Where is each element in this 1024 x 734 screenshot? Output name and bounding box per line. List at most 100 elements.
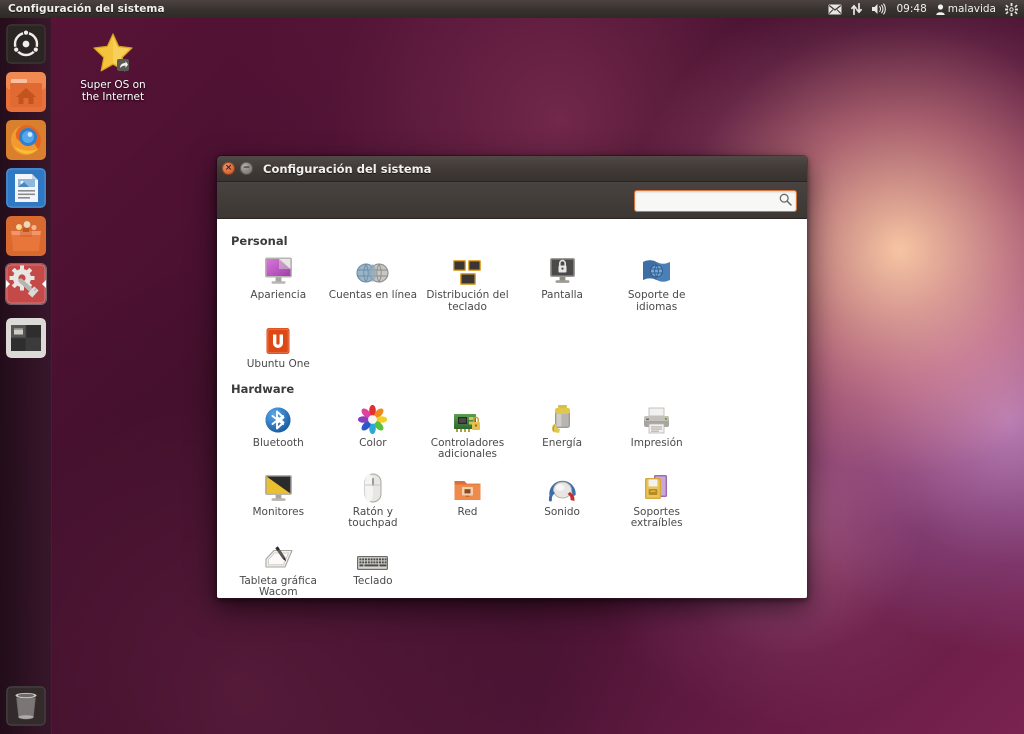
launcher-active-arrow-right xyxy=(42,280,46,288)
power-icon xyxy=(550,402,575,434)
search-field-wrapper xyxy=(634,189,797,212)
bluetooth-icon xyxy=(264,402,292,434)
launcher-item-dash[interactable] xyxy=(6,24,46,64)
system-settings-icon xyxy=(6,264,46,304)
group-title-personal: Personal xyxy=(231,234,288,248)
setting-label: Ratón y touchpad xyxy=(348,505,398,529)
setting-soportes-extraibles[interactable]: Soportes extraíbles xyxy=(609,467,704,536)
network-icon[interactable] xyxy=(851,3,863,15)
setting-label: Tableta gráfica Wacom xyxy=(239,574,317,598)
messaging-icon[interactable] xyxy=(828,4,842,15)
setting-label: Cuentas en línea xyxy=(328,289,418,301)
removable-media-icon xyxy=(643,471,671,503)
color-icon xyxy=(358,402,388,434)
setting-pantalla[interactable]: Pantalla xyxy=(515,250,610,319)
setting-soporte-idiomas[interactable]: Soporte de idiomas xyxy=(609,250,704,319)
panel-app-title[interactable]: Configuración del sistema xyxy=(8,3,165,15)
dash-icon xyxy=(6,24,46,64)
panel-user-menu[interactable]: malavida xyxy=(936,3,996,15)
window-title: Configuración del sistema xyxy=(263,161,432,176)
setting-color[interactable]: Color xyxy=(326,398,421,467)
search-icon xyxy=(779,193,792,206)
launcher-item-libreoffice[interactable] xyxy=(6,168,46,208)
group-grid-hardware: Bluetooth Color Controladores adicionale… xyxy=(231,398,793,599)
volume-icon[interactable] xyxy=(871,3,887,15)
minimize-button[interactable]: − xyxy=(240,162,253,175)
launcher-item-workspace-switcher[interactable] xyxy=(6,318,46,358)
setting-label: Apariencia xyxy=(250,289,307,301)
screen-lock-icon xyxy=(547,254,578,286)
panel-user-name: malavida xyxy=(947,3,996,15)
setting-teclado[interactable]: Teclado xyxy=(326,536,421,599)
setting-energia[interactable]: Energía xyxy=(515,398,610,467)
setting-impresion[interactable]: Impresión xyxy=(609,398,704,467)
setting-label: Sonido xyxy=(544,505,580,518)
setting-label: Color xyxy=(359,436,387,449)
gear-icon[interactable] xyxy=(1005,2,1018,16)
star-link-icon xyxy=(93,33,133,72)
launcher-item-trash[interactable] xyxy=(6,686,46,726)
system-settings-window: × − Configuración del sistema Personal A… xyxy=(216,155,808,599)
setting-red[interactable]: Red xyxy=(420,467,515,536)
home-folder-icon xyxy=(6,72,46,112)
ubuntu-one-icon xyxy=(265,323,291,355)
setting-label: Soportes extraíbles xyxy=(630,505,683,529)
launcher-active-arrow-left xyxy=(6,280,10,288)
top-panel: Configuración del sistema 09:48 malavida xyxy=(0,0,1024,18)
network-folder-icon xyxy=(453,471,482,503)
online-accounts-icon xyxy=(356,254,389,286)
settings-content: Personal Apariencia Cuentas en línea Dis… xyxy=(217,219,807,599)
user-avatar-icon xyxy=(936,3,945,15)
window-toolbar xyxy=(217,182,807,219)
libreoffice-icon xyxy=(6,168,46,208)
launcher-item-firefox[interactable] xyxy=(6,120,46,160)
panel-indicators: 09:48 malavida xyxy=(828,2,1024,16)
minimize-icon: − xyxy=(242,163,251,173)
printer-icon xyxy=(641,402,672,434)
setting-label: Monitores xyxy=(252,505,305,518)
setting-bluetooth[interactable]: Bluetooth xyxy=(231,398,326,467)
appearance-icon xyxy=(263,254,294,286)
workspace-switcher-icon xyxy=(6,318,46,358)
setting-sonido[interactable]: Sonido xyxy=(515,467,610,536)
setting-label: Impresión xyxy=(630,436,683,449)
window-titlebar[interactable]: × − Configuración del sistema xyxy=(217,156,807,182)
launcher-item-home-folder[interactable] xyxy=(6,72,46,112)
setting-label: Red xyxy=(457,505,478,518)
setting-raton-touchpad[interactable]: Ratón y touchpad xyxy=(326,467,421,536)
software-center-icon xyxy=(6,216,46,256)
panel-clock[interactable]: 09:48 xyxy=(896,3,926,15)
language-support-icon xyxy=(641,254,672,286)
group-title-hardware: Hardware xyxy=(231,381,295,396)
setting-ubuntu-one[interactable]: Ubuntu One xyxy=(231,319,326,377)
launcher-item-system-settings[interactable] xyxy=(6,264,46,304)
setting-controladores-adicionales[interactable]: Controladores adicionales xyxy=(420,398,515,467)
setting-label: Ubuntu One xyxy=(246,358,310,370)
desktop-shortcut-label: Super OS on the Internet xyxy=(80,79,146,103)
close-icon: × xyxy=(224,163,233,173)
firefox-icon xyxy=(6,120,46,160)
mouse-icon xyxy=(363,471,383,503)
search-input[interactable] xyxy=(634,189,797,212)
setting-apariencia[interactable]: Apariencia xyxy=(231,250,326,319)
trash-icon xyxy=(6,686,46,726)
setting-label: Pantalla xyxy=(541,289,583,301)
close-button[interactable]: × xyxy=(222,162,235,175)
setting-distribucion-teclado[interactable]: Distribución del teclado xyxy=(420,250,515,319)
keyboard-icon xyxy=(356,540,389,572)
monitors-icon xyxy=(263,471,294,503)
keyboard-layout-icon xyxy=(452,254,483,286)
setting-label: Bluetooth xyxy=(252,436,304,449)
setting-label: Energía xyxy=(542,436,583,449)
launcher-item-software-center[interactable] xyxy=(6,216,46,256)
unity-launcher xyxy=(0,18,52,734)
setting-monitores[interactable]: Monitores xyxy=(231,467,326,536)
setting-tableta-wacom[interactable]: Tableta gráfica Wacom xyxy=(231,536,326,599)
additional-drivers-icon xyxy=(452,402,483,434)
setting-label: Controladores adicionales xyxy=(430,436,505,460)
setting-label: Soporte de idiomas xyxy=(627,289,686,313)
setting-label: Distribución del teclado xyxy=(426,289,509,313)
group-grid-personal: Apariencia Cuentas en línea Distribución… xyxy=(231,250,793,377)
desktop-shortcut-super-os[interactable]: Super OS on the Internet xyxy=(72,32,154,103)
setting-cuentas-en-linea[interactable]: Cuentas en línea xyxy=(326,250,421,319)
